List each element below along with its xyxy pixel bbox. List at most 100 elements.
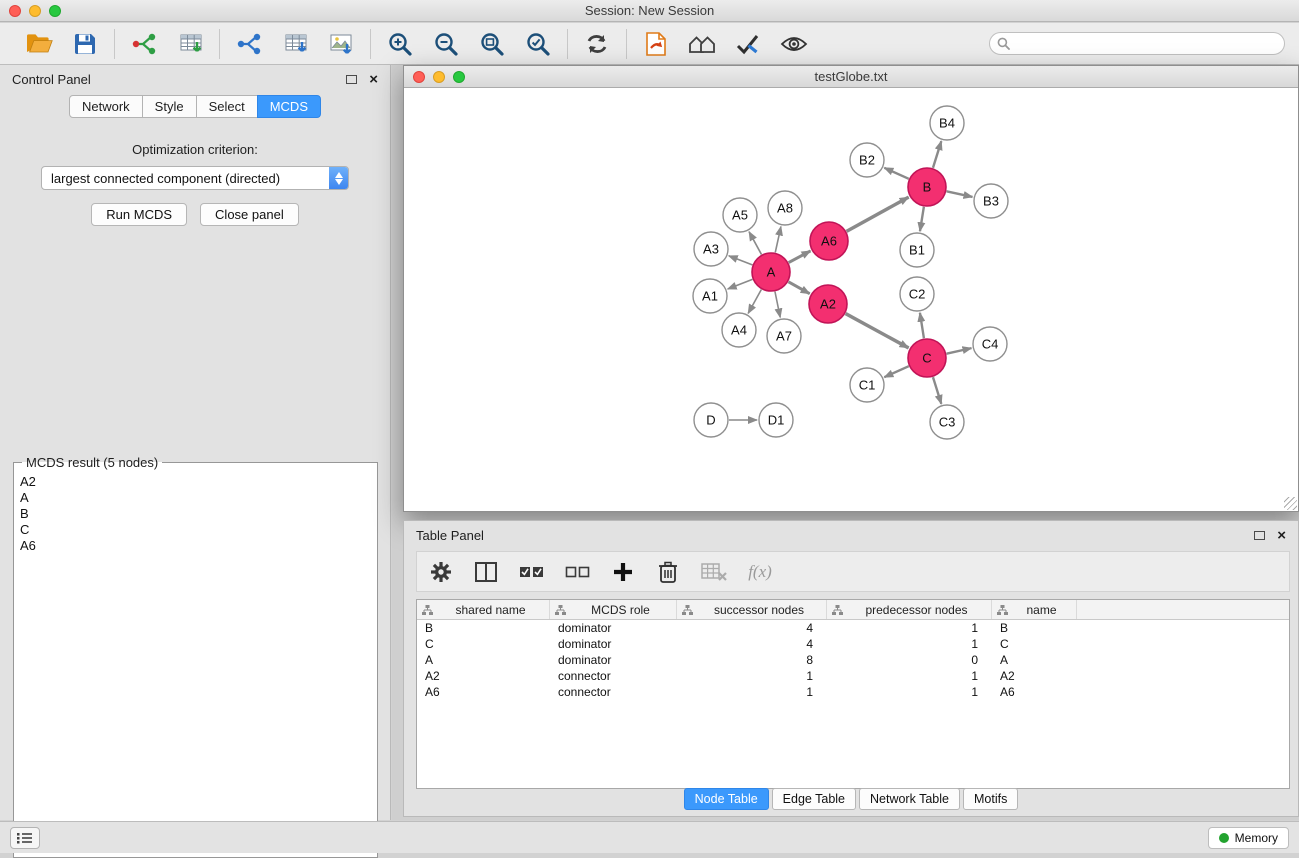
network-window-titlebar[interactable]: testGlobe.txt: [404, 66, 1298, 88]
resize-grip[interactable]: [1284, 497, 1297, 510]
network-edge-C-C1[interactable]: [884, 366, 908, 377]
mcds-result-item[interactable]: A: [20, 490, 371, 506]
control-tab-style[interactable]: Style: [142, 95, 197, 118]
network-node-C3[interactable]: C3: [930, 405, 964, 439]
table-row-B[interactable]: Bdominator41B: [417, 620, 1289, 636]
float-table-panel-icon[interactable]: [1254, 531, 1265, 540]
table-tab-edge-table[interactable]: Edge Table: [772, 788, 856, 810]
network-edge-A-A1[interactable]: [728, 279, 753, 289]
mcds-result-item[interactable]: A6: [20, 538, 371, 554]
close-panel-button[interactable]: Close panel: [200, 203, 299, 226]
network-edge-B-B3[interactable]: [947, 191, 973, 197]
control-tab-network[interactable]: Network: [69, 95, 143, 118]
zoom-in-button[interactable]: [384, 28, 416, 60]
close-table-panel-icon[interactable]: ×: [1277, 528, 1286, 543]
table-row-C[interactable]: Cdominator41C: [417, 636, 1289, 652]
table-tab-motifs[interactable]: Motifs: [963, 788, 1018, 810]
deselect-all-button[interactable]: [565, 558, 590, 586]
column-header-name[interactable]: name: [992, 600, 1077, 619]
network-node-A2[interactable]: A2: [809, 285, 847, 323]
zoom-selected-button[interactable]: [522, 28, 554, 60]
network-node-A7[interactable]: A7: [767, 319, 801, 353]
network-node-B3[interactable]: B3: [974, 184, 1008, 218]
zoom-fit-button[interactable]: [476, 28, 508, 60]
home-button[interactable]: [686, 28, 718, 60]
network-node-D1[interactable]: D1: [759, 403, 793, 437]
network-graph[interactable]: B4B2BB3A5A8A6B1A3AC2A1A2A4A7C4CC1C3DD1: [404, 89, 1298, 511]
toolbar-search-input[interactable]: [989, 32, 1285, 55]
network-edge-A6-B[interactable]: [847, 197, 909, 231]
delete-column-button[interactable]: [656, 558, 680, 586]
zoom-out-button[interactable]: [430, 28, 462, 60]
network-node-C1[interactable]: C1: [850, 368, 884, 402]
show-details-button[interactable]: [778, 28, 810, 60]
network-node-A1[interactable]: A1: [693, 279, 727, 313]
network-edge-C-C3[interactable]: [933, 377, 941, 404]
table-row-A6[interactable]: A6connector11A6: [417, 684, 1289, 700]
network-edge-A-A6[interactable]: [789, 251, 811, 263]
show-columns-button[interactable]: [474, 558, 498, 586]
column-header-predecessor-nodes[interactable]: predecessor nodes: [827, 600, 992, 619]
import-file-button[interactable]: [640, 28, 672, 60]
import-table-from-file-button[interactable]: [174, 28, 206, 60]
table-tab-network-table[interactable]: Network Table: [859, 788, 960, 810]
export-image-button[interactable]: [325, 28, 357, 60]
mcds-result-item[interactable]: B: [20, 506, 371, 522]
network-node-A5[interactable]: A5: [723, 198, 757, 232]
minimize-window-button[interactable]: [29, 5, 41, 17]
network-node-A[interactable]: A: [752, 253, 790, 291]
close-panel-icon[interactable]: ×: [369, 72, 378, 87]
network-canvas[interactable]: B4B2BB3A5A8A6B1A3AC2A1A2A4A7C4CC1C3DD1: [404, 89, 1298, 511]
memory-button[interactable]: Memory: [1208, 827, 1289, 849]
table-row-A[interactable]: Adominator80A: [417, 652, 1289, 668]
add-column-button[interactable]: [611, 558, 635, 586]
network-node-C[interactable]: C: [908, 339, 946, 377]
network-node-A8[interactable]: A8: [768, 191, 802, 225]
maximize-window-button[interactable]: [49, 5, 61, 17]
maximize-network-window-button[interactable]: [453, 71, 465, 83]
network-edge-A-A8[interactable]: [775, 227, 781, 253]
network-edge-A-A3[interactable]: [729, 256, 753, 265]
network-edge-A-A2[interactable]: [788, 282, 809, 294]
network-node-B2[interactable]: B2: [850, 143, 884, 177]
delete-table-button[interactable]: [701, 558, 727, 586]
control-tab-mcds[interactable]: MCDS: [257, 95, 321, 118]
network-node-B1[interactable]: B1: [900, 233, 934, 267]
import-network-from-file-button[interactable]: [128, 28, 160, 60]
network-edge-B-B4[interactable]: [933, 141, 941, 168]
criterion-dropdown[interactable]: largest connected component (directed): [41, 166, 349, 190]
table-row-A2[interactable]: A2connector11A2: [417, 668, 1289, 684]
network-edge-A-A4[interactable]: [748, 290, 761, 314]
run-mcds-button[interactable]: Run MCDS: [91, 203, 187, 226]
network-edge-C-C4[interactable]: [947, 348, 972, 354]
network-edge-A-A5[interactable]: [749, 232, 761, 255]
control-tab-select[interactable]: Select: [196, 95, 258, 118]
network-node-C2[interactable]: C2: [900, 277, 934, 311]
mcds-result-list[interactable]: A2ABCA6: [20, 474, 371, 554]
network-node-B[interactable]: B: [908, 168, 946, 206]
export-table-button[interactable]: [279, 28, 311, 60]
float-panel-icon[interactable]: [346, 75, 357, 84]
close-window-button[interactable]: [9, 5, 21, 17]
task-history-button[interactable]: [10, 827, 40, 849]
mcds-result-item[interactable]: A2: [20, 474, 371, 490]
column-header-successor-nodes[interactable]: successor nodes: [677, 600, 827, 619]
network-edge-B-B1[interactable]: [920, 207, 924, 231]
network-node-B4[interactable]: B4: [930, 106, 964, 140]
function-builder-button[interactable]: f(x): [748, 558, 772, 586]
column-header-shared-name[interactable]: shared name: [417, 600, 550, 619]
table-tab-node-table[interactable]: Node Table: [684, 788, 769, 810]
mcds-result-item[interactable]: C: [20, 522, 371, 538]
minimize-network-window-button[interactable]: [433, 71, 445, 83]
refresh-button[interactable]: [581, 28, 613, 60]
network-node-A3[interactable]: A3: [694, 232, 728, 266]
network-node-A6[interactable]: A6: [810, 222, 848, 260]
network-node-A4[interactable]: A4: [722, 313, 756, 347]
network-edge-A-A7[interactable]: [775, 292, 780, 318]
network-node-D[interactable]: D: [694, 403, 728, 437]
select-all-button[interactable]: [519, 558, 544, 586]
export-network-button[interactable]: [233, 28, 265, 60]
network-edge-B-B2[interactable]: [884, 168, 908, 179]
close-network-window-button[interactable]: [413, 71, 425, 83]
network-edge-C-C2[interactable]: [920, 313, 924, 338]
